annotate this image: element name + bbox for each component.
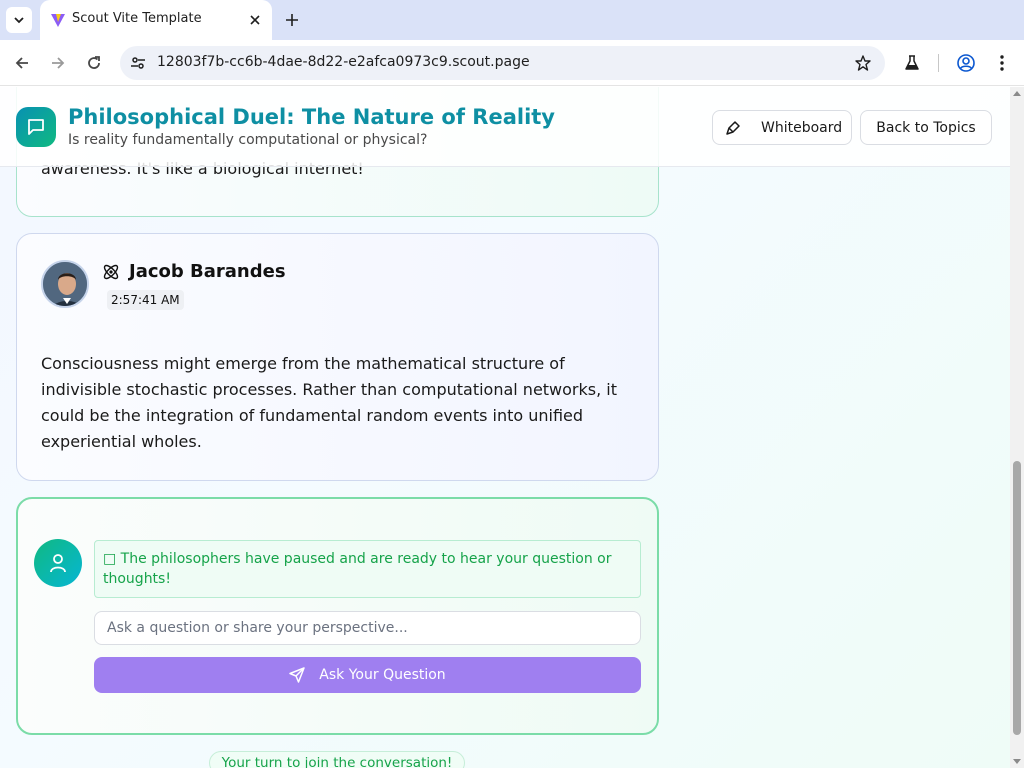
profile-button[interactable]	[955, 52, 977, 74]
ask-question-button[interactable]: Ask Your Question	[94, 657, 641, 693]
message-card: Jacob Barandes 2:57:41 AM Consciousness …	[16, 233, 659, 481]
star-icon	[855, 55, 871, 71]
back-arrow-icon	[15, 57, 28, 69]
whiteboard-button[interactable]: Whiteboard	[712, 110, 852, 145]
scroll-up-arrow[interactable]	[1013, 91, 1021, 96]
tab-title: Scout Vite Template	[72, 11, 202, 26]
paused-notice: □ The philosophers have paused and are r…	[94, 540, 641, 598]
active-tab[interactable]: Scout Vite Template	[40, 0, 272, 40]
page-viewport: awareness. It's like a biological intern…	[0, 87, 1010, 768]
plus-icon	[286, 14, 298, 26]
favicon-icon	[51, 14, 65, 27]
more-vert-icon	[1000, 55, 1004, 71]
back-to-topics-button[interactable]: Back to Topics	[860, 110, 992, 145]
close-icon	[250, 15, 260, 25]
bookmark-button[interactable]	[853, 53, 873, 73]
page-title: Philosophical Duel: The Nature of Realit…	[68, 105, 555, 129]
site-info-button[interactable]	[128, 53, 148, 73]
message-text: Consciousness might emerge from the math…	[41, 354, 617, 451]
whiteboard-label: Whiteboard	[761, 119, 843, 136]
chevron-down-icon	[14, 17, 24, 24]
user-icon	[50, 554, 66, 573]
avatar-portrait	[43, 262, 87, 306]
back-button[interactable]	[11, 52, 33, 74]
pen-icon	[726, 120, 740, 135]
avatar	[41, 260, 89, 308]
menu-button[interactable]	[991, 52, 1013, 74]
app-header: Philosophical Duel: The Nature of Realit…	[0, 87, 1010, 167]
site-info-icon	[131, 57, 145, 69]
scroll-thumb[interactable]	[1013, 461, 1021, 735]
close-tab-button[interactable]	[246, 11, 264, 29]
message-timestamp: 2:57:41 AM	[107, 290, 184, 310]
toolbar-divider	[938, 54, 939, 72]
input-card: □ The philosophers have paused and are r…	[16, 497, 659, 735]
reload-button[interactable]	[83, 52, 105, 74]
user-avatar	[34, 539, 82, 587]
profile-icon	[957, 54, 975, 72]
speaker-name: Jacob Barandes	[129, 261, 286, 282]
ask-question-label: Ask Your Question	[319, 667, 446, 683]
scroll-down-arrow[interactable]	[1013, 759, 1021, 764]
send-icon	[289, 667, 306, 683]
address-bar[interactable]: 12803f7b-cc6b-4dae-8d22-e2afca0973c9.sco…	[120, 46, 885, 80]
tab-search-button[interactable]	[6, 7, 32, 33]
question-input[interactable]	[94, 611, 641, 645]
browser-tab-bar: Scout Vite Template	[0, 0, 1024, 40]
app-logo	[16, 107, 56, 147]
labs-flask-icon	[905, 55, 919, 70]
labs-button[interactable]	[901, 52, 923, 74]
url-text: 12803f7b-cc6b-4dae-8d22-e2afca0973c9.sco…	[157, 54, 530, 70]
page-scrollbar[interactable]	[1010, 87, 1024, 768]
forward-arrow-icon	[52, 57, 65, 69]
atom-icon	[103, 264, 119, 280]
page-subtitle: Is reality fundamentally computational o…	[68, 132, 428, 148]
browser-toolbar: 12803f7b-cc6b-4dae-8d22-e2afca0973c9.sco…	[0, 40, 1024, 86]
chat-bubble-icon	[28, 119, 44, 135]
reload-icon	[88, 56, 100, 69]
turn-badge: Your turn to join the conversation!	[209, 751, 465, 768]
new-tab-button[interactable]	[282, 10, 302, 30]
forward-button[interactable]	[47, 52, 69, 74]
